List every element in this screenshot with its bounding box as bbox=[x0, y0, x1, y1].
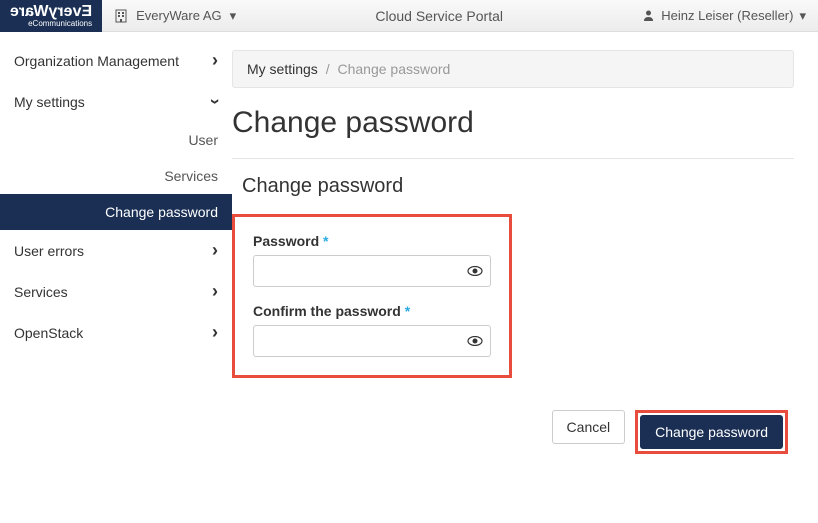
caret-down-icon: ▾ bbox=[799, 8, 806, 24]
breadcrumb-parent[interactable]: My settings bbox=[247, 61, 318, 77]
sidebar-item-label: Services bbox=[14, 284, 68, 300]
chevron-right-icon: › bbox=[212, 281, 218, 302]
org-selector[interactable]: EveryWare AG ▾ bbox=[102, 8, 248, 24]
org-label: EveryWare AG bbox=[136, 8, 221, 23]
password-label-text: Password bbox=[253, 233, 319, 249]
chevron-right-icon: › bbox=[212, 50, 218, 71]
user-icon bbox=[642, 9, 655, 22]
sidebar: Organization Management › My settings › … bbox=[0, 32, 232, 478]
sidebar-item-label: Organization Management bbox=[14, 53, 179, 69]
sidebar-item-my-settings[interactable]: My settings › bbox=[0, 81, 232, 122]
page-title: Change password bbox=[232, 106, 794, 140]
chevron-down-icon: › bbox=[205, 99, 226, 105]
sidebar-item-label: User errors bbox=[14, 243, 84, 259]
sidebar-item-openstack[interactable]: OpenStack › bbox=[0, 312, 232, 353]
logo-text: EveryWare bbox=[10, 4, 92, 20]
eye-icon[interactable] bbox=[467, 336, 483, 346]
sidebar-item-label: My settings bbox=[14, 94, 85, 110]
sidebar-sub-user[interactable]: User bbox=[0, 122, 232, 158]
required-asterisk: * bbox=[323, 233, 328, 249]
password-label: Password * bbox=[253, 233, 491, 249]
logo: EveryWare eCommunications bbox=[0, 0, 102, 32]
divider bbox=[232, 158, 794, 159]
change-password-button[interactable]: Change password bbox=[640, 415, 783, 449]
password-input[interactable] bbox=[253, 255, 491, 287]
sidebar-item-user-errors[interactable]: User errors › bbox=[0, 230, 232, 271]
main: My settings / Change password Change pas… bbox=[232, 32, 818, 478]
submit-highlight: Change password bbox=[635, 410, 788, 454]
sidebar-sub-change-password[interactable]: Change password bbox=[0, 194, 232, 230]
chevron-right-icon: › bbox=[212, 322, 218, 343]
user-menu[interactable]: Heinz Leiser (Reseller) ▾ bbox=[630, 8, 818, 24]
breadcrumb: My settings / Change password bbox=[232, 50, 794, 88]
building-icon bbox=[114, 9, 128, 23]
confirm-password-label: Confirm the password * bbox=[253, 303, 491, 319]
user-label: Heinz Leiser (Reseller) bbox=[661, 8, 793, 23]
sidebar-item-label: OpenStack bbox=[14, 325, 83, 341]
sidebar-sub-services[interactable]: Services bbox=[0, 158, 232, 194]
logo-subtext: eCommunications bbox=[10, 20, 92, 28]
section-title: Change password bbox=[242, 175, 794, 198]
required-asterisk: * bbox=[405, 303, 410, 319]
breadcrumb-current: Change password bbox=[337, 61, 450, 77]
eye-icon[interactable] bbox=[467, 266, 483, 276]
portal-title: Cloud Service Portal bbox=[248, 8, 630, 24]
chevron-right-icon: › bbox=[212, 240, 218, 261]
sidebar-item-org-mgmt[interactable]: Organization Management › bbox=[0, 40, 232, 81]
breadcrumb-separator: / bbox=[326, 61, 330, 77]
sidebar-item-services[interactable]: Services › bbox=[0, 271, 232, 312]
confirm-label-text: Confirm the password bbox=[253, 303, 401, 319]
form-actions: Cancel Change password bbox=[232, 410, 794, 454]
confirm-password-input[interactable] bbox=[253, 325, 491, 357]
cancel-button[interactable]: Cancel bbox=[552, 410, 626, 444]
password-form-highlight: Password * Confirm the password * bbox=[232, 214, 512, 378]
caret-down-icon: ▾ bbox=[230, 8, 237, 24]
header: EveryWare eCommunications EveryWare AG ▾… bbox=[0, 0, 818, 32]
